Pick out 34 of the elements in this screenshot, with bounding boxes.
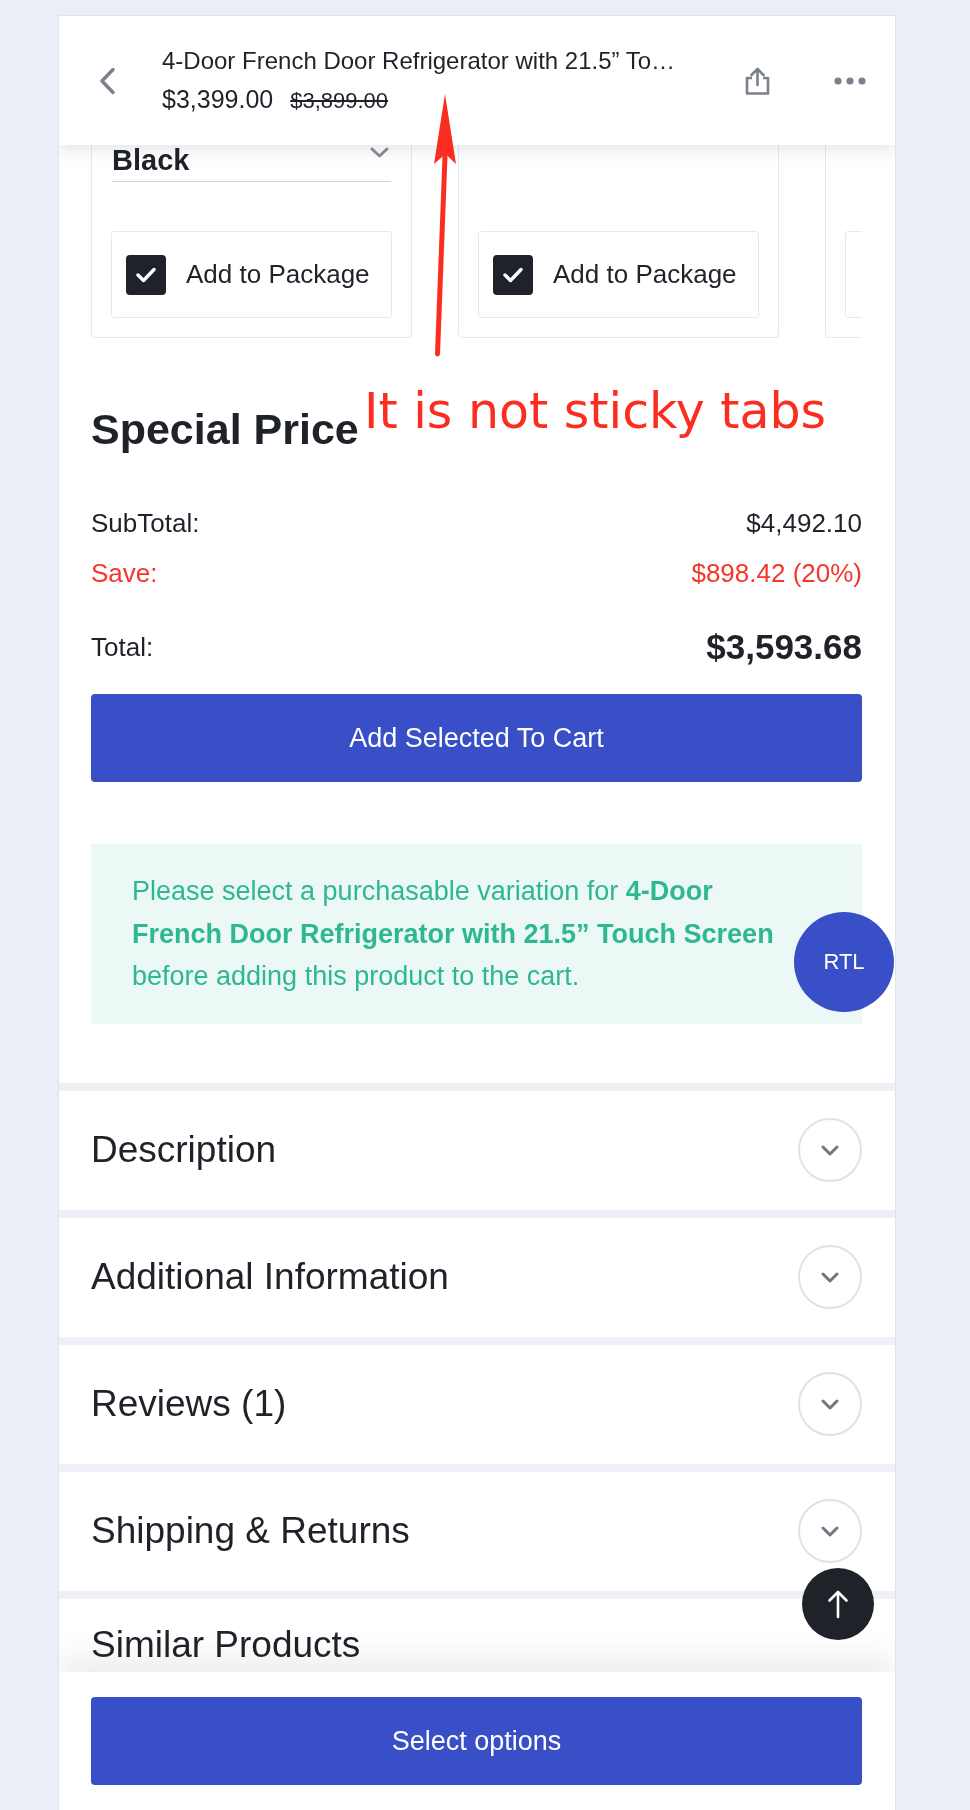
checkbox[interactable] — [493, 254, 533, 295]
chevron-down-icon — [821, 1144, 839, 1156]
package-option[interactable]: Add to Package — [478, 231, 759, 318]
chevron-down-icon — [821, 1398, 839, 1410]
package-option[interactable]: Add to Package — [111, 231, 392, 318]
accordion-title[interactable]: Additional Information — [91, 1255, 449, 1299]
checkbox[interactable] — [126, 254, 166, 295]
arrow-up-icon — [827, 1589, 849, 1619]
check-icon — [136, 266, 156, 283]
accordion-title[interactable]: Shipping & Returns — [91, 1509, 410, 1553]
price-label: Save: — [91, 557, 158, 590]
share-icon[interactable] — [744, 66, 771, 95]
check-icon — [503, 266, 523, 283]
price-value: $898.42 (20%) — [691, 557, 862, 590]
price-label: Total: — [91, 631, 154, 664]
price-value: $3,593.68 — [706, 626, 862, 668]
regular-price: $3,899.00 — [290, 86, 389, 115]
select-field[interactable]: Black — [112, 145, 391, 182]
sale-price: $3,399.00 — [162, 83, 274, 114]
more-icon[interactable] — [834, 76, 866, 85]
add-to-cart-button[interactable]: Add Selected To Cart — [91, 694, 862, 782]
product-title: 4-Door French Door Refrigerator with 21.5” To… — [162, 45, 676, 76]
annotation-text: It is not sticky tabs — [364, 384, 827, 440]
accordion-title[interactable]: Reviews (1) — [91, 1382, 287, 1426]
section-heading: Special Price — [91, 404, 359, 455]
chevron-down-icon — [370, 147, 389, 158]
section-heading: Similar Products — [91, 1622, 361, 1667]
select-options-button[interactable]: Select options — [91, 1697, 862, 1785]
chevron-down-icon — [821, 1271, 839, 1283]
price-value: $4,492.10 — [746, 507, 862, 540]
chevron-down-icon — [821, 1525, 839, 1537]
accordion-title[interactable]: Description — [91, 1128, 277, 1172]
price-label: SubTotal: — [91, 507, 200, 540]
chevron-left-icon[interactable] — [99, 66, 116, 95]
